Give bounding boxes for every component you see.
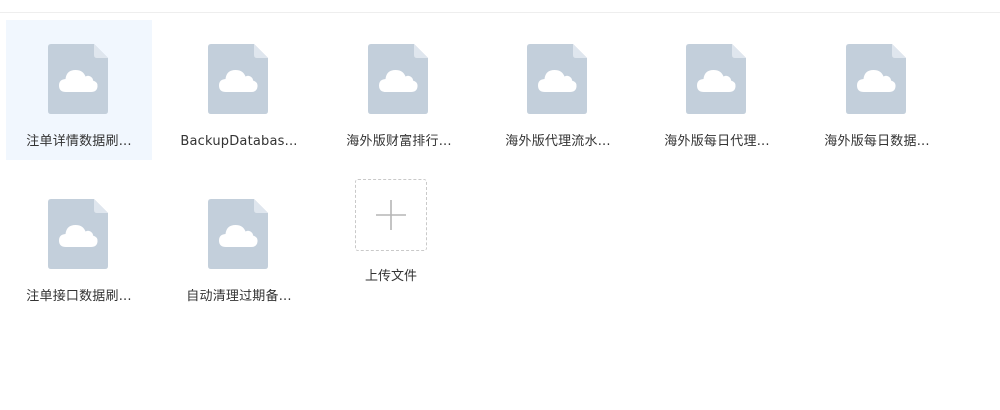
file-tile[interactable]: 注单接口数据刷...	[6, 175, 152, 315]
cloud-file-icon	[846, 44, 906, 114]
file-name: 海外版每日数据...	[824, 134, 930, 149]
file-tile[interactable]: 自动清理过期备...	[166, 175, 312, 315]
cloud-file-icon	[208, 44, 268, 114]
file-tile[interactable]: 注单详情数据刷...	[6, 20, 152, 160]
cloud-file-icon	[368, 44, 428, 114]
file-name: 注单详情数据刷...	[26, 134, 132, 149]
file-tile[interactable]: 海外版每日数据...	[804, 20, 950, 160]
file-tile[interactable]: 海外版代理流水...	[485, 20, 631, 160]
file-name: BackupDatabas...	[180, 134, 298, 149]
upload-label[interactable]: 上传文件	[318, 269, 464, 285]
file-tile[interactable]: 海外版每日代理...	[644, 20, 790, 160]
upload-button[interactable]	[355, 179, 427, 251]
file-name: 海外版财富排行...	[346, 134, 452, 149]
cloud-file-icon	[208, 199, 268, 269]
file-name: 自动清理过期备...	[186, 289, 292, 304]
file-tile[interactable]: 海外版财富排行...	[326, 20, 472, 160]
file-name: 海外版代理流水...	[505, 134, 611, 149]
plus-icon	[376, 200, 406, 230]
cloud-file-icon	[48, 199, 108, 269]
cloud-file-icon	[686, 44, 746, 114]
file-name: 注单接口数据刷...	[26, 289, 132, 304]
cloud-file-icon	[48, 44, 108, 114]
file-name: 海外版每日代理...	[664, 134, 770, 149]
file-tile[interactable]: BackupDatabas...	[166, 20, 312, 160]
top-divider	[0, 12, 1000, 13]
cloud-file-icon	[527, 44, 587, 114]
